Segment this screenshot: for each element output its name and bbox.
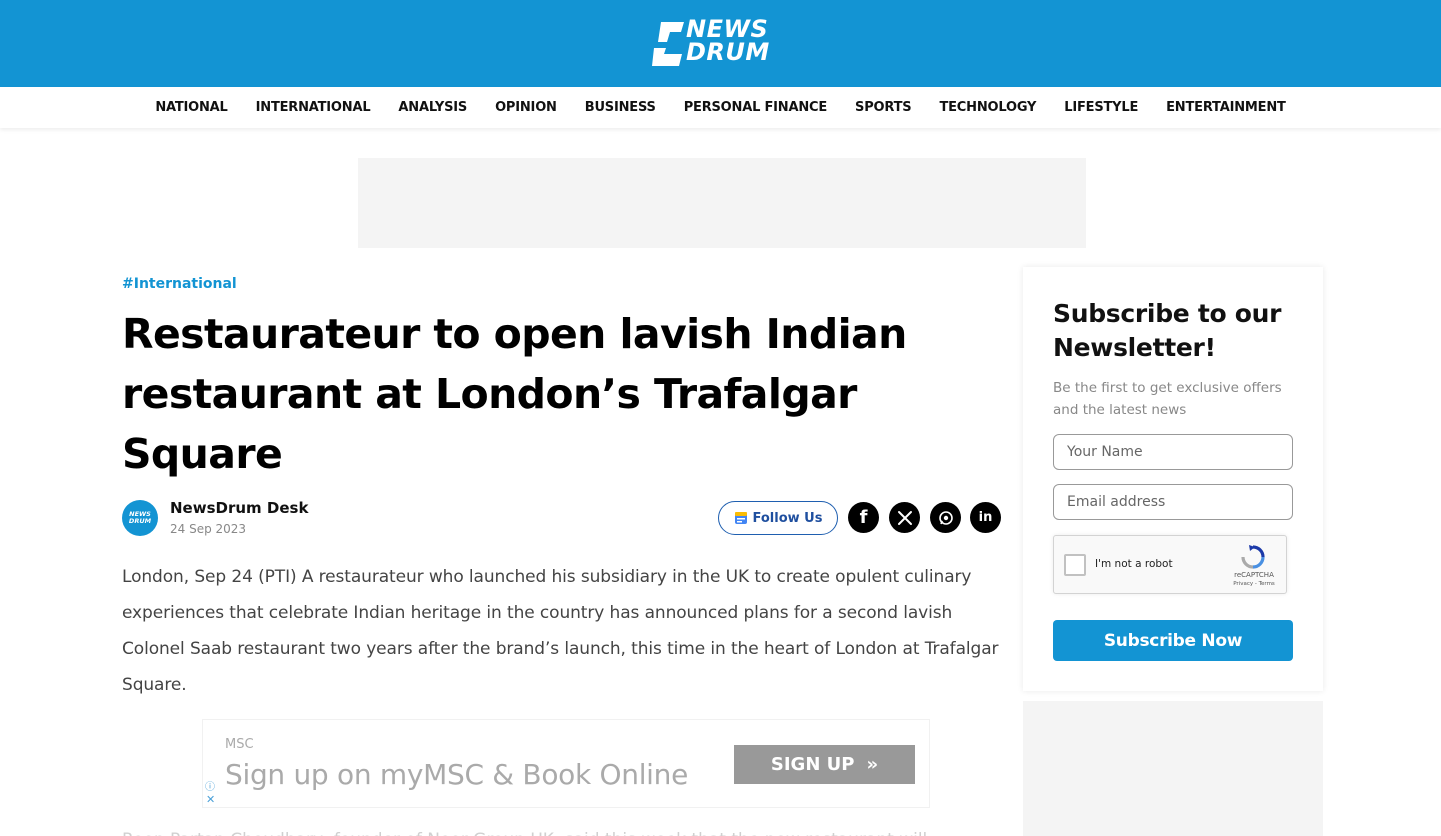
article-paragraph-2: Roop Partap Choudhary, founder of Noor G… xyxy=(122,822,1002,836)
top-ad-slot xyxy=(358,158,1086,248)
follow-google-news-button[interactable]: Follow Us xyxy=(718,501,838,535)
newsletter-signup-box: Subscribe to our Newsletter! Be the firs… xyxy=(1023,267,1323,691)
recaptcha-widget: I'm not a robot reCAPTCHA Privacy - Term… xyxy=(1053,535,1287,594)
logo-wordmark: NEWS DRUM xyxy=(686,17,770,66)
nav-item-entertainment[interactable]: ENTERTAINMENT xyxy=(1152,100,1300,115)
google-news-icon xyxy=(734,512,747,524)
x-share-button[interactable] xyxy=(889,502,920,533)
facebook-icon: f xyxy=(859,507,868,528)
newsletter-subtitle: Be the first to get exclusive offers and… xyxy=(1053,380,1282,418)
recaptcha-checkbox[interactable] xyxy=(1064,554,1086,576)
ad-close-icon[interactable]: ✕ xyxy=(206,793,215,806)
email-field[interactable] xyxy=(1053,484,1293,520)
ad-signup-button[interactable]: SIGN UP » xyxy=(734,745,915,784)
nav-item-business[interactable]: BUSINESS xyxy=(571,100,670,115)
nav-item-analysis[interactable]: ANALYSIS xyxy=(384,100,481,115)
ad-signup-label: SIGN UP xyxy=(770,754,855,775)
nav-item-lifestyle[interactable]: LIFESTYLE xyxy=(1050,100,1152,115)
x-icon xyxy=(897,510,912,525)
follow-label: Follow Us xyxy=(752,510,823,526)
recaptcha-terms-link[interactable]: Privacy - Terms xyxy=(1226,581,1282,587)
nav-item-international[interactable]: INTERNATIONAL xyxy=(242,100,385,115)
logo-mark-icon xyxy=(652,22,684,66)
subscribe-now-button[interactable]: Subscribe Now xyxy=(1053,620,1293,661)
ad-brand: MSC xyxy=(225,737,254,752)
sidebar-ad-slot xyxy=(1023,701,1323,836)
nav-item-personal-finance[interactable]: PERSONAL FINANCE xyxy=(670,100,841,115)
ad-info-icon[interactable]: ⓘ xyxy=(205,778,215,793)
whatsapp-share-button[interactable] xyxy=(930,502,961,533)
nav-item-opinion[interactable]: OPINION xyxy=(481,100,571,115)
post-date: 24 Sep 2023 xyxy=(170,522,247,536)
whatsapp-icon xyxy=(938,510,953,525)
linkedin-icon: in xyxy=(978,510,993,525)
recaptcha-brand: reCAPTCHA xyxy=(1234,571,1274,579)
main-navigation: NATIONAL INTERNATIONAL ANALYSIS OPINION … xyxy=(0,87,1441,128)
nav-item-national[interactable]: NATIONAL xyxy=(141,100,241,115)
logo-line-2: DRUM xyxy=(686,38,770,66)
recaptcha-logo-icon xyxy=(1241,545,1265,569)
author-avatar[interactable]: NEWS DRUM xyxy=(122,500,158,536)
category-tag[interactable]: #International xyxy=(122,276,237,292)
name-field[interactable] xyxy=(1053,434,1293,470)
author-name[interactable]: NewsDrum Desk xyxy=(170,499,308,517)
nav-item-sports[interactable]: SPORTS xyxy=(841,100,925,115)
article-headline: Restaurateur to open lavish Indian resta… xyxy=(122,310,907,478)
nav-item-technology[interactable]: TECHNOLOGY xyxy=(925,100,1050,115)
double-chevron-right-icon: » xyxy=(866,754,879,775)
facebook-share-button[interactable]: f xyxy=(848,502,879,533)
article-byline: NEWS DRUM NewsDrum Desk 24 Sep 2023 Foll… xyxy=(122,498,1002,540)
article-paragraph-1: London, Sep 24 (PTI) A restaurateur who … xyxy=(122,567,999,695)
newsletter-title: Subscribe to our Newsletter! xyxy=(1053,299,1282,362)
ad-copy[interactable]: Sign up on myMSC & Book Online xyxy=(225,758,688,791)
newsdrum-logo[interactable]: NEWS DRUM xyxy=(652,17,788,68)
site-header: NEWS DRUM xyxy=(0,0,1441,87)
msc-inline-ad[interactable]: MSC Sign up on myMSC & Book Online SIGN … xyxy=(202,719,930,808)
linkedin-share-button[interactable]: in xyxy=(970,502,1001,533)
nav-list: NATIONAL INTERNATIONAL ANALYSIS OPINION … xyxy=(0,87,1441,128)
recaptcha-label: I'm not a robot xyxy=(1095,558,1173,570)
